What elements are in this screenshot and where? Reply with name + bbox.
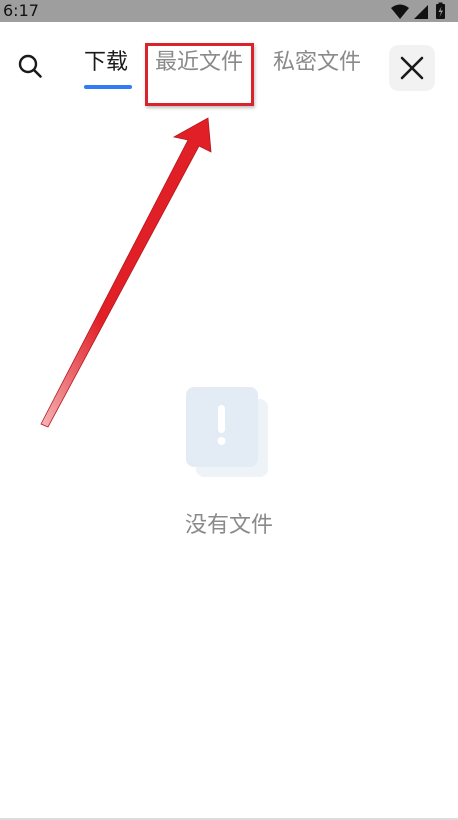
empty-state-message: 没有文件 (184, 513, 273, 538)
empty-file-alert-icon (186, 387, 268, 477)
